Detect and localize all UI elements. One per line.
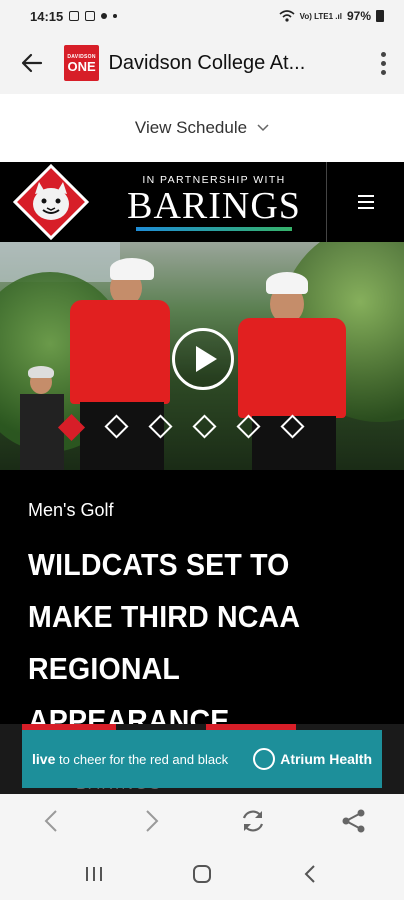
carousel-indicators — [58, 414, 305, 441]
ad-text: live to cheer for the red and black — [32, 751, 228, 767]
wildcat-icon — [13, 164, 89, 240]
below-section: BARINGS live to cheer for the red and bl… — [0, 724, 404, 794]
view-schedule-label: View Schedule — [134, 118, 248, 137]
partner-brand-text: BARINGS — [127, 184, 301, 227]
status-right: Vo) LTE1 .ıl 97% — [279, 9, 384, 23]
back-button[interactable] — [0, 32, 64, 94]
status-left: 14:15 — [30, 8, 118, 24]
status-time: 14:15 — [30, 8, 64, 24]
carousel-dot-1[interactable] — [58, 414, 85, 441]
chevron-left-icon — [44, 810, 57, 832]
app-logo-large-text: ONE — [67, 58, 96, 74]
refresh-icon — [242, 810, 263, 832]
battery-icon — [376, 10, 384, 22]
battery-percent: 97% — [346, 9, 371, 23]
article-category: Men's Golf — [28, 500, 114, 520]
featured-article[interactable]: Men's Golf WILDCATS SET TO MAKE THIRD NC… — [0, 470, 404, 738]
hero-caddie — [20, 366, 64, 470]
atrium-health-ad[interactable]: live to cheer for the red and black Atri… — [22, 730, 382, 788]
carousel-dot-6[interactable] — [280, 414, 305, 439]
play-video-button[interactable] — [172, 328, 234, 390]
ad-brand: Atrium Health — [253, 748, 372, 770]
carousel-dot-3[interactable] — [148, 414, 173, 439]
hero-golfer-right — [236, 270, 354, 470]
play-icon — [195, 346, 217, 372]
notes-icon — [85, 11, 96, 21]
carousel-dot-4[interactable] — [192, 414, 217, 439]
carousel-dot-5[interactable] — [236, 414, 261, 439]
carousel-dot-2[interactable] — [104, 414, 129, 439]
browser-forward-button[interactable] — [125, 794, 179, 848]
notification-dot-small-icon — [113, 14, 118, 18]
partner-top-text: IN PARTNERSHIP WITH — [142, 173, 286, 186]
ad-text-bold: live — [32, 751, 56, 767]
site-header: IN PARTNERSHIP WITH BARINGS — [0, 162, 404, 242]
browser-back-button[interactable] — [24, 794, 78, 848]
recent-apps-icon — [86, 867, 102, 881]
home-button[interactable] — [172, 848, 232, 900]
system-navigation-bar — [0, 848, 404, 900]
system-back-button[interactable] — [280, 848, 340, 900]
arrow-left-icon — [21, 53, 42, 73]
status-bar: 14:15 Vo) LTE1 .ıl 97% — [0, 0, 404, 32]
ad-text-rest: to cheer for the red and black — [55, 752, 229, 767]
app-logo: DAVIDSON ONE — [63, 45, 100, 81]
refresh-button[interactable] — [226, 794, 280, 848]
gallery-icon — [69, 11, 80, 21]
back-chevron-icon — [304, 865, 315, 883]
atrium-health-icon — [253, 748, 276, 770]
view-schedule-dropdown[interactable]: View Schedule — [0, 94, 404, 162]
wifi-icon — [279, 10, 295, 22]
chevron-down-icon — [257, 124, 269, 132]
chevron-right-icon — [145, 810, 158, 832]
ad-brand-name: Atrium Health — [280, 751, 372, 767]
hamburger-icon — [357, 195, 374, 209]
hero-carousel[interactable] — [0, 242, 404, 470]
wildcat-logo[interactable] — [0, 162, 102, 242]
kebab-icon — [380, 51, 386, 75]
app-bar: DAVIDSON ONE Davidson College At... — [0, 32, 404, 94]
overflow-menu-button[interactable] — [362, 32, 404, 94]
app-title: Davidson College At... — [108, 51, 306, 74]
partner-banner[interactable]: IN PARTNERSHIP WITH BARINGS — [102, 162, 326, 242]
share-icon — [342, 809, 364, 833]
browser-toolbar — [0, 794, 404, 848]
signal-text: Vo) LTE1 .ıl — [299, 11, 342, 21]
recent-apps-button[interactable] — [64, 848, 124, 900]
share-button[interactable] — [327, 794, 381, 848]
article-headline[interactable]: WILDCATS SET TO MAKE THIRD NCAA REGIONAL… — [28, 539, 378, 747]
home-icon — [193, 865, 211, 883]
site-menu-button[interactable] — [326, 162, 404, 242]
partner-underline — [136, 226, 292, 231]
notification-dot-icon — [101, 13, 108, 19]
